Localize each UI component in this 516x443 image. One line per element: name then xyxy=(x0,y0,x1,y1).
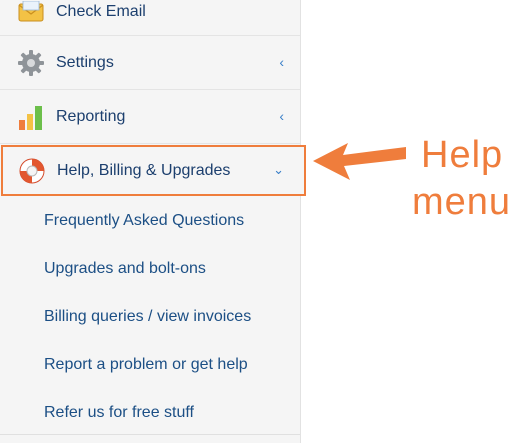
sidebar-item-label: Settings xyxy=(56,53,114,71)
sidebar-item-label: Reporting xyxy=(56,107,126,125)
sidebar-item-label: Help, Billing & Upgrades xyxy=(57,161,231,179)
sidebar-item-label: Check Email xyxy=(56,2,146,20)
sidebar-item-help-billing-upgrades[interactable]: Help, Billing & Upgrades ⌄ xyxy=(1,145,306,196)
sidebar-item-reporting[interactable]: Reporting ‹ xyxy=(0,90,300,144)
chevron-left-icon: ‹ xyxy=(279,107,284,124)
annotation-text: Help xyxy=(421,134,504,176)
submenu-item-refer[interactable]: Refer us for free stuff xyxy=(44,404,194,422)
sidebar-item-settings[interactable]: Settings ‹ xyxy=(0,36,300,90)
submenu-item-billing[interactable]: Billing queries / view invoices xyxy=(44,308,251,326)
sidebar: Check Email Settings ‹ Reporting ‹ Help,… xyxy=(0,0,306,443)
arrow-annotation-icon xyxy=(313,143,406,180)
submenu-item-upgrades[interactable]: Upgrades and bolt-ons xyxy=(44,260,206,278)
annotation-text: menu xyxy=(412,181,512,223)
submenu-item-report-problem[interactable]: Report a problem or get help xyxy=(44,356,248,374)
chevron-left-icon: ‹ xyxy=(279,53,284,70)
lifebuoy-icon xyxy=(18,157,46,185)
submenu-item-faq[interactable]: Frequently Asked Questions xyxy=(44,212,244,230)
divider xyxy=(0,434,300,435)
bar-chart-icon xyxy=(17,103,45,131)
gear-icon xyxy=(17,49,45,77)
sidebar-item-check-email[interactable]: Check Email xyxy=(0,0,300,36)
envelope-icon xyxy=(17,0,45,26)
chevron-down-icon: ⌄ xyxy=(273,161,284,177)
